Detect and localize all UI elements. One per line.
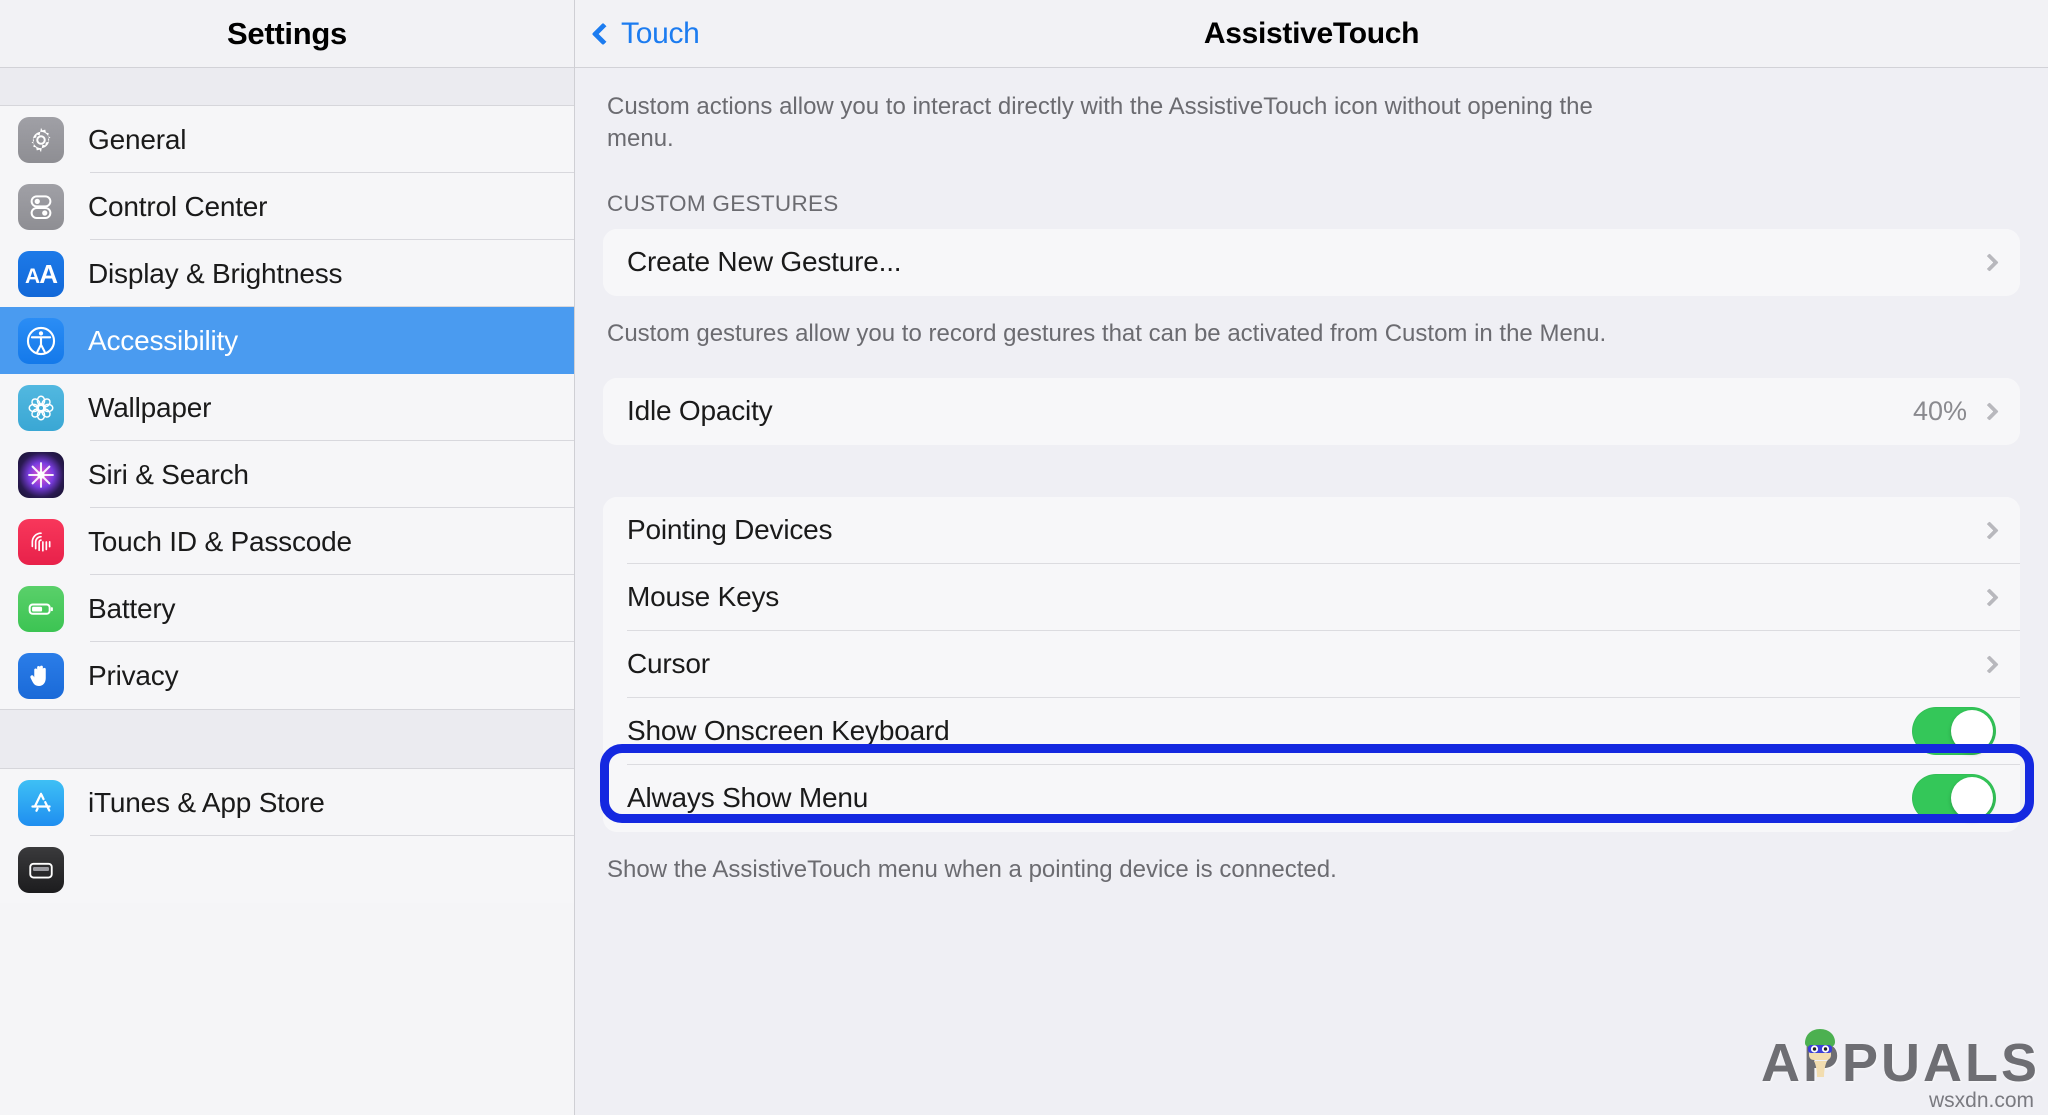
sidebar-item-label: Wallpaper: [88, 391, 212, 423]
mouse-keys-label: Mouse Keys: [627, 581, 780, 613]
custom-gestures-card: Create New Gesture...: [603, 228, 2020, 296]
pointing-devices-row[interactable]: Pointing Devices: [603, 496, 2020, 564]
sidebar-item-siri-search[interactable]: Siri & Search: [0, 441, 574, 508]
sidebar-header: Settings: [0, 0, 574, 68]
siri-orb-icon: [18, 451, 64, 498]
settings-title: Settings: [227, 15, 347, 51]
gear-icon: [18, 116, 64, 163]
assistive-touch-detail-panel: Touch AssistiveTouch Custom actions allo…: [575, 0, 2048, 1115]
sidebar-item-label: Display & Brightness: [88, 257, 343, 289]
app-store-icon: [18, 779, 64, 826]
create-new-gesture-label: Create New Gesture...: [627, 246, 902, 278]
always-show-menu-label: Always Show Menu: [627, 782, 869, 814]
settings-sidebar: Settings General Control Center AA Displ…: [0, 0, 575, 1115]
chevron-right-icon: [1980, 655, 1999, 674]
back-button-label: Touch: [621, 16, 700, 50]
sidebar-item-label: Touch ID & Passcode: [88, 525, 352, 557]
always-show-menu-row[interactable]: Always Show Menu: [603, 764, 2020, 832]
chevron-right-icon: [1980, 521, 1999, 540]
sidebar-item-label: Accessibility: [88, 324, 238, 356]
chevron-right-icon: [1980, 588, 1999, 607]
chevron-right-icon: [1980, 402, 1999, 421]
detail-header: Touch AssistiveTouch: [575, 0, 2048, 68]
page-title: AssistiveTouch: [1203, 16, 1420, 50]
ipad-settings-screen: Settings General Control Center AA Displ…: [0, 0, 2048, 1115]
wallet-icon-svg: [29, 862, 53, 878]
aa-text-icon: AA: [18, 250, 64, 297]
sidebar-item-label: Control Center: [88, 190, 268, 222]
toggle-knob: [1951, 710, 1993, 753]
idle-opacity-card: Idle Opacity 40%: [603, 377, 2020, 445]
sidebar-item-wallet[interactable]: [0, 836, 574, 903]
sidebar-item-accessibility[interactable]: Accessibility: [0, 307, 574, 374]
pointing-devices-card: Pointing Devices Mouse Keys Cursor Show …: [603, 496, 2020, 832]
custom-actions-description: Custom actions allow you to interact dir…: [607, 93, 1593, 152]
sidebar-item-label: General: [88, 123, 187, 155]
back-button[interactable]: Touch: [591, 16, 700, 51]
detail-body: Custom actions allow you to interact dir…: [575, 69, 2048, 1115]
siri-orb-icon-svg: [28, 461, 54, 488]
flower-icon-svg: [28, 395, 54, 420]
chevron-left-icon: [591, 22, 615, 45]
sidebar-item-touch-id-passcode[interactable]: Touch ID & Passcode: [0, 508, 574, 575]
cursor-row[interactable]: Cursor: [603, 630, 2020, 698]
toggle-knob: [1951, 777, 1993, 820]
sidebar-item-control-center[interactable]: Control Center: [0, 173, 574, 240]
aa-glyph: AA: [25, 258, 58, 289]
sidebar-item-label: Privacy: [88, 659, 179, 691]
sidebar-list: General Control Center AA Display & Brig…: [0, 106, 574, 903]
always-show-menu-toggle[interactable]: [1912, 774, 1996, 823]
pointing-devices-label: Pointing Devices: [627, 514, 833, 546]
sidebar-item-label: iTunes & App Store: [88, 786, 325, 818]
sidebar-group-gap: [0, 709, 574, 769]
sliders-icon: [18, 183, 64, 230]
wallet-icon: [18, 846, 64, 893]
custom-gestures-group-header: CUSTOM GESTURES: [607, 190, 839, 216]
accessibility-icon-svg: [26, 326, 56, 355]
gear-icon-svg: [31, 127, 51, 152]
idle-opacity-value: 40%: [1912, 395, 1967, 426]
battery-icon: [18, 585, 64, 632]
custom-gestures-description: Custom gestures allow you to record gest…: [607, 319, 1607, 347]
hand-icon: [18, 652, 64, 699]
idle-opacity-row[interactable]: Idle Opacity 40%: [603, 377, 2020, 445]
always-show-menu-description: Show the AssistiveTouch menu when a poin…: [607, 855, 1337, 883]
show-onscreen-keyboard-toggle[interactable]: [1912, 707, 1996, 756]
sidebar-item-wallpaper[interactable]: Wallpaper: [0, 374, 574, 441]
sidebar-item-label: Siri & Search: [88, 458, 249, 490]
sliders-icon-svg: [30, 194, 52, 219]
idle-opacity-label: Idle Opacity: [627, 395, 773, 427]
create-new-gesture-row[interactable]: Create New Gesture...: [603, 228, 2020, 296]
sidebar-item-label: Battery: [88, 592, 176, 624]
hand-icon-svg: [30, 665, 46, 686]
sidebar-item-battery[interactable]: Battery: [0, 575, 574, 642]
accessibility-icon: [18, 317, 64, 364]
app-store-icon-svg: [31, 792, 51, 812]
fingerprint-icon-svg: [31, 531, 51, 552]
sidebar-item-general[interactable]: General: [0, 106, 574, 173]
sidebar-item-itunes-app-store[interactable]: iTunes & App Store: [0, 769, 574, 836]
show-onscreen-keyboard-label: Show Onscreen Keyboard: [627, 715, 950, 747]
battery-icon-svg: [28, 602, 53, 615]
fingerprint-icon: [18, 518, 64, 565]
flower-icon: [18, 384, 64, 431]
mouse-keys-row[interactable]: Mouse Keys: [603, 563, 2020, 631]
chevron-right-icon: [1980, 253, 1999, 272]
sidebar-item-privacy[interactable]: Privacy: [0, 642, 574, 709]
sidebar-item-display-brightness[interactable]: AA Display & Brightness: [0, 240, 574, 307]
sidebar-search-gap: [0, 68, 574, 106]
show-onscreen-keyboard-row[interactable]: Show Onscreen Keyboard: [603, 697, 2020, 765]
cursor-label: Cursor: [627, 648, 710, 680]
